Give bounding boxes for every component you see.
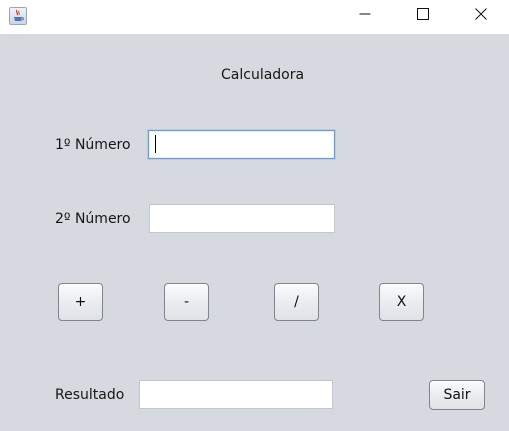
number1-input[interactable] (148, 130, 335, 159)
result-label: Resultado (55, 387, 125, 403)
close-button[interactable] (458, 0, 504, 32)
subtract-button[interactable]: - (164, 283, 209, 321)
exit-button[interactable]: Sair (429, 380, 485, 410)
minimize-icon (359, 8, 371, 24)
number2-label: 2º Número (55, 211, 131, 227)
add-button[interactable]: + (58, 283, 103, 321)
close-icon (475, 8, 487, 24)
divide-button[interactable]: / (274, 283, 319, 321)
maximize-button[interactable] (400, 0, 446, 32)
multiply-button[interactable]: X (379, 283, 424, 321)
minimize-button[interactable] (342, 0, 388, 32)
form-title: Calculadora (221, 67, 305, 83)
calculator-panel: Calculadora 1º Número 2º Número + - / X … (0, 34, 509, 431)
maximize-icon (417, 8, 429, 24)
number1-label: 1º Número (55, 137, 131, 153)
title-bar (0, 0, 509, 34)
number2-input[interactable] (149, 204, 335, 233)
result-field[interactable] (139, 380, 333, 409)
java-cup-icon (9, 7, 27, 25)
text-caret (155, 135, 156, 153)
